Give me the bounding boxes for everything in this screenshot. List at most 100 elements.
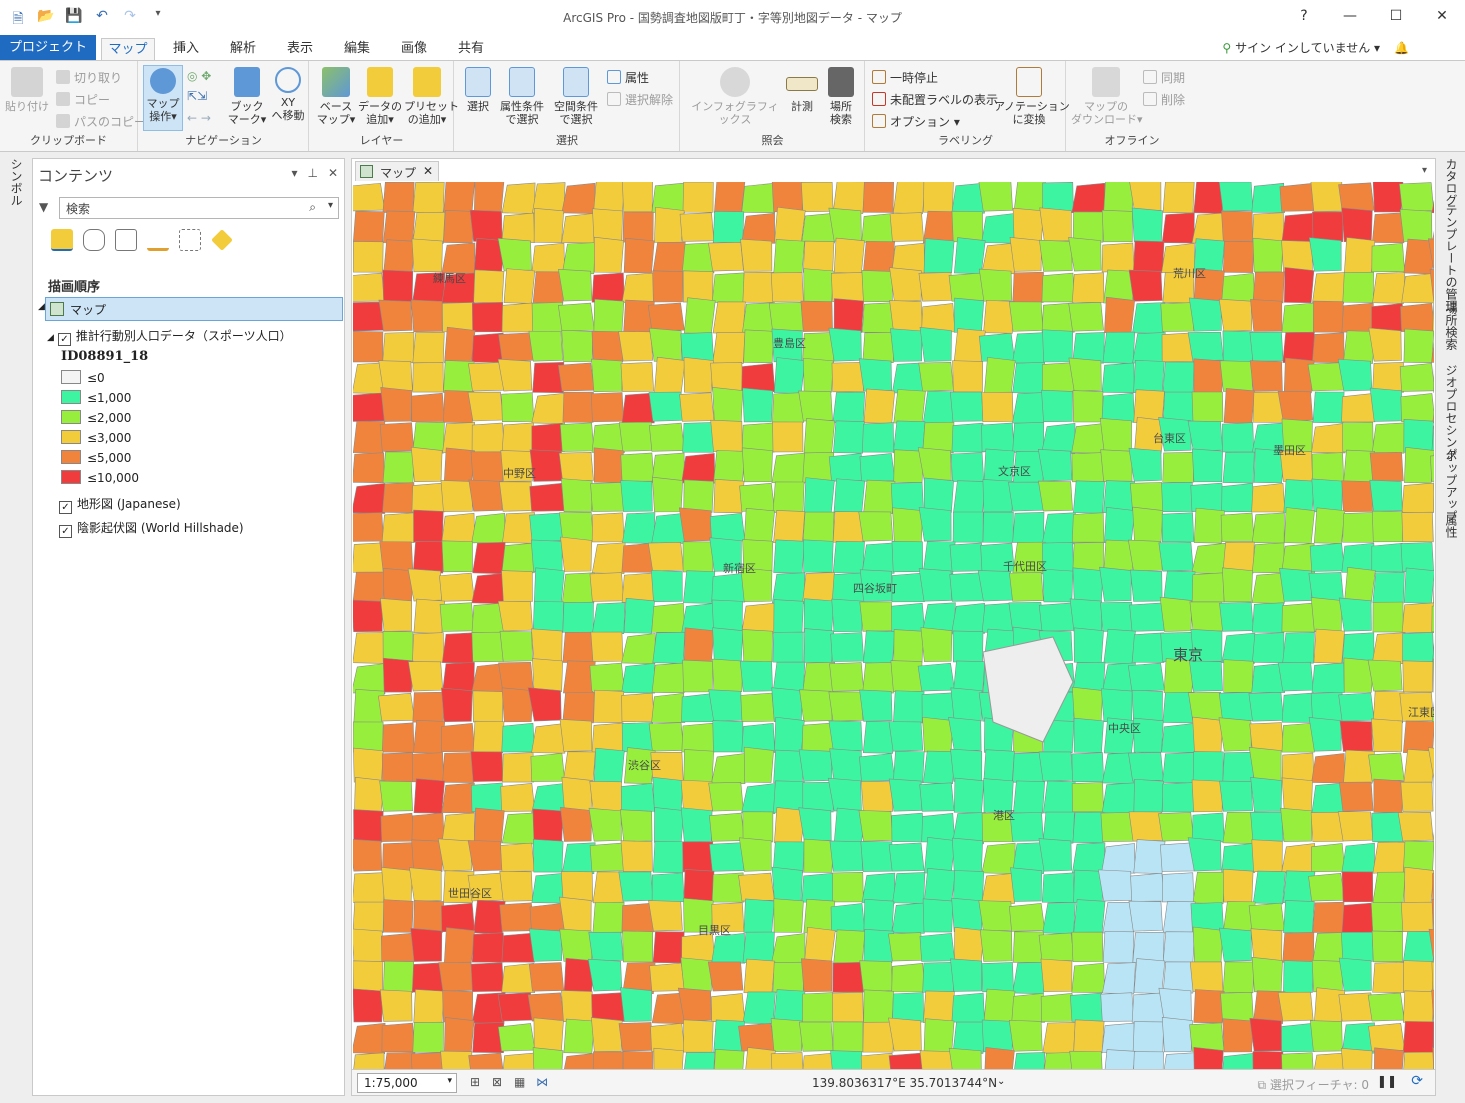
district-polygon[interactable]: [710, 419, 743, 452]
district-polygon[interactable]: [559, 896, 592, 932]
district-polygon[interactable]: [1221, 210, 1253, 242]
district-polygon[interactable]: [773, 898, 804, 933]
district-polygon[interactable]: [680, 807, 713, 842]
district-polygon[interactable]: [1038, 838, 1072, 872]
district-polygon[interactable]: [741, 783, 776, 815]
district-polygon[interactable]: [381, 752, 415, 783]
district-polygon[interactable]: [831, 272, 864, 302]
district-polygon[interactable]: [1312, 272, 1346, 304]
district-polygon[interactable]: [1371, 542, 1405, 573]
district-polygon[interactable]: [473, 269, 505, 304]
district-polygon[interactable]: [711, 753, 746, 784]
district-polygon[interactable]: [683, 627, 715, 664]
district-polygon[interactable]: [379, 541, 414, 572]
district-polygon[interactable]: [979, 929, 1013, 962]
district-polygon[interactable]: [1312, 901, 1345, 934]
district-polygon[interactable]: [441, 632, 475, 664]
district-polygon[interactable]: [1222, 751, 1255, 783]
district-polygon[interactable]: [709, 842, 745, 872]
pane-menu-icon[interactable]: ▾: [291, 166, 297, 180]
district-polygon[interactable]: [772, 961, 804, 993]
district-polygon[interactable]: [559, 511, 594, 542]
district-polygon[interactable]: [1371, 242, 1405, 273]
district-polygon[interactable]: [499, 902, 535, 932]
district-polygon[interactable]: [889, 300, 923, 332]
district-polygon[interactable]: [587, 958, 623, 992]
district-polygon[interactable]: [1187, 331, 1224, 362]
district-polygon[interactable]: [1342, 421, 1374, 453]
district-polygon[interactable]: [621, 272, 656, 304]
district-polygon[interactable]: [1158, 812, 1194, 842]
district-polygon[interactable]: [1039, 239, 1073, 272]
district-polygon[interactable]: [1072, 390, 1104, 423]
district-polygon[interactable]: [441, 687, 473, 722]
district-polygon[interactable]: [1310, 811, 1344, 842]
district-polygon[interactable]: [1221, 273, 1256, 303]
district-polygon[interactable]: [984, 1047, 1015, 1071]
district-polygon[interactable]: [948, 1047, 982, 1071]
district-polygon[interactable]: [1073, 899, 1106, 934]
district-polygon[interactable]: [830, 632, 865, 662]
district-polygon[interactable]: [981, 842, 1016, 875]
district-polygon[interactable]: [410, 927, 443, 962]
district-polygon[interactable]: [380, 387, 413, 422]
district-polygon[interactable]: [888, 842, 925, 872]
maximize-button[interactable]: ☐: [1373, 0, 1419, 32]
district-polygon[interactable]: [921, 303, 956, 333]
district-polygon[interactable]: [443, 210, 475, 244]
district-polygon[interactable]: [1012, 207, 1044, 243]
district-polygon[interactable]: [803, 838, 834, 873]
district-polygon[interactable]: [711, 932, 746, 964]
copy-path-button[interactable]: パスのコピー: [56, 113, 146, 130]
district-polygon[interactable]: [773, 239, 805, 274]
district-polygon[interactable]: [798, 749, 833, 782]
district-polygon[interactable]: [799, 689, 833, 722]
district-polygon[interactable]: [803, 598, 835, 633]
district-polygon[interactable]: [1162, 182, 1195, 214]
district-polygon[interactable]: [923, 477, 954, 513]
district-polygon[interactable]: [593, 236, 624, 273]
district-polygon[interactable]: [1403, 990, 1434, 1024]
district-polygon[interactable]: [1311, 332, 1345, 363]
district-polygon[interactable]: [1073, 717, 1104, 753]
district-polygon[interactable]: [832, 1021, 864, 1053]
pause-drawing-icon[interactable]: ❚❚: [1377, 1074, 1397, 1088]
district-polygon[interactable]: [622, 211, 654, 243]
district-polygon[interactable]: [801, 722, 835, 753]
district-polygon[interactable]: [1130, 872, 1165, 902]
district-polygon[interactable]: [892, 872, 926, 904]
district-polygon[interactable]: [1372, 182, 1404, 213]
district-polygon[interactable]: [1402, 1021, 1434, 1054]
district-polygon[interactable]: [861, 542, 896, 574]
district-polygon[interactable]: [437, 838, 473, 872]
district-polygon[interactable]: [954, 927, 985, 963]
district-polygon[interactable]: [1100, 601, 1134, 632]
minimize-button[interactable]: —: [1327, 0, 1373, 32]
district-polygon[interactable]: [768, 302, 804, 332]
district-polygon[interactable]: [1191, 572, 1225, 603]
district-polygon[interactable]: [444, 326, 476, 365]
district-polygon[interactable]: [1101, 362, 1135, 393]
district-polygon[interactable]: [444, 1017, 475, 1054]
district-polygon[interactable]: [648, 391, 684, 422]
district-polygon[interactable]: [917, 447, 952, 482]
district-polygon[interactable]: [743, 329, 775, 364]
district-polygon[interactable]: [741, 629, 773, 663]
district-polygon[interactable]: [1038, 932, 1075, 962]
district-polygon[interactable]: [441, 512, 475, 544]
district-polygon[interactable]: [951, 897, 983, 933]
district-polygon[interactable]: [443, 447, 475, 484]
district-polygon[interactable]: [652, 840, 685, 874]
district-polygon[interactable]: [650, 1022, 686, 1052]
district-polygon[interactable]: [1374, 1047, 1405, 1071]
district-polygon[interactable]: [588, 931, 624, 962]
expand-map-icon[interactable]: ◢: [38, 302, 45, 312]
district-polygon[interactable]: [471, 572, 506, 605]
district-polygon[interactable]: [1218, 182, 1254, 212]
district-polygon[interactable]: [978, 332, 1016, 362]
district-polygon[interactable]: [413, 509, 444, 543]
district-polygon[interactable]: [680, 957, 713, 992]
district-polygon[interactable]: [803, 477, 835, 514]
district-polygon[interactable]: [353, 872, 385, 903]
district-polygon[interactable]: [1402, 660, 1434, 693]
